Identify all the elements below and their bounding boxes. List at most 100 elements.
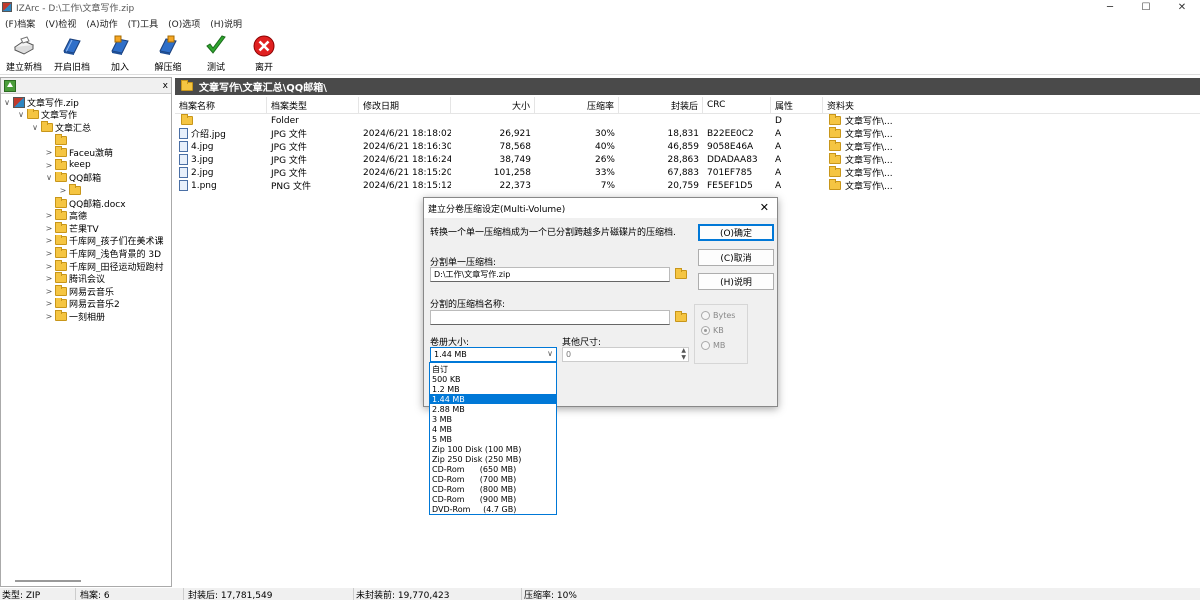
chevron-right-icon[interactable]: > <box>45 224 53 233</box>
cell-size-text: 38,749 <box>499 154 532 165</box>
menu-view[interactable]: (V)检视 <box>40 17 81 30</box>
exit-button[interactable]: 离开 <box>240 33 288 75</box>
column-packed[interactable]: 封装后 <box>619 97 703 113</box>
volume-option[interactable]: 1.44 MB <box>430 394 556 404</box>
ok-button[interactable]: (O)确定 <box>698 224 774 241</box>
cancel-button[interactable]: (C)取消 <box>698 249 774 266</box>
menu-help[interactable]: (H)说明 <box>205 17 247 30</box>
chevron-right-icon[interactable]: > <box>45 274 53 283</box>
tree-item[interactable]: > <box>1 184 171 197</box>
column-date[interactable]: 修改日期 <box>359 97 451 113</box>
chevron-right-icon[interactable]: > <box>45 299 53 308</box>
column-crc[interactable]: CRC <box>703 97 771 113</box>
chevron-right-icon[interactable]: > <box>45 262 53 271</box>
browse-output-button[interactable] <box>673 310 689 324</box>
volume-option[interactable]: Zip 100 Disk (100 MB) <box>430 444 556 454</box>
chevron-right-icon[interactable]: > <box>45 312 53 321</box>
menu-actions[interactable]: (A)动作 <box>81 17 122 30</box>
volume-option[interactable]: 自订 <box>430 364 556 374</box>
chevron-down-icon[interactable]: ∨ <box>31 123 39 132</box>
menu-file[interactable]: (F)档案 <box>0 17 40 30</box>
volume-size-select[interactable]: 1.44 MB ∨ <box>430 347 557 362</box>
tree-item[interactable]: > keep <box>1 158 171 172</box>
menu-tools[interactable]: (T)工具 <box>123 17 164 30</box>
volume-option[interactable]: CD-Rom (900 MB) <box>430 494 556 504</box>
chevron-right-icon[interactable]: > <box>59 186 67 195</box>
chevron-right-icon[interactable]: > <box>45 148 53 157</box>
table-row[interactable]: 3.jpg JPG 文件 2024/6/21 18:16:24 38,749 26% 28… <box>175 153 1200 166</box>
output-name-input[interactable] <box>430 310 670 325</box>
table-row[interactable]: 4.jpg JPG 文件 2024/6/21 18:16:30 78,568 40% 46… <box>175 140 1200 153</box>
tree-item[interactable]: > 高德 <box>1 209 171 222</box>
column-ratio[interactable]: 压缩率 <box>535 97 619 113</box>
help-button[interactable]: (H)说明 <box>698 273 774 290</box>
unit-radio-1[interactable]: KB <box>695 323 747 338</box>
stepper-arrows-icon[interactable]: ▲ ▼ <box>681 347 686 361</box>
volume-option[interactable]: CD-Rom (650 MB) <box>430 464 556 474</box>
column-name[interactable]: 档案名称 <box>175 97 267 113</box>
tree-item[interactable]: ∨ QQ邮箱 <box>1 171 171 184</box>
volume-option[interactable]: Zip 250 Disk (250 MB) <box>430 454 556 464</box>
close-tree-button[interactable]: x <box>163 81 168 91</box>
tree-item[interactable]: ∨ 文章汇总 <box>1 121 171 134</box>
add-button[interactable]: 加入 <box>96 33 144 75</box>
chevron-right-icon[interactable]: > <box>45 161 53 170</box>
column-folder[interactable]: 资料夹 <box>823 97 899 113</box>
table-row[interactable]: 介绍.jpg JPG 文件 2024/6/21 18:18:02 26,921 30% 1… <box>175 127 1200 140</box>
tree-item[interactable]: > 千库网_浅色背景的 3D <box>1 247 171 260</box>
unit-radio-0[interactable]: Bytes <box>695 308 747 323</box>
tree-item[interactable]: > 千库网_田径运动短跑村 <box>1 259 171 272</box>
tree-item[interactable]: QQ邮箱.docx <box>1 196 171 209</box>
volume-option[interactable]: 5 MB <box>430 434 556 444</box>
column-attr[interactable]: 属性 <box>771 97 823 113</box>
menu-options[interactable]: (O)选项 <box>163 17 205 30</box>
table-row[interactable]: 1.png PNG 文件 2024/6/21 18:15:12 22,373 7% 20,… <box>175 179 1200 192</box>
tree-item[interactable]: ∨ 文章写作.zip <box>1 96 171 109</box>
dialog-close-button[interactable]: ✕ <box>760 201 769 214</box>
volume-option[interactable]: 3 MB <box>430 414 556 424</box>
tree-item[interactable]: > 千库网_孩子们在美术课 <box>1 234 171 247</box>
chevron-right-icon[interactable]: > <box>45 287 53 296</box>
test-button[interactable]: 测试 <box>192 33 240 75</box>
tree-item[interactable]: > 网易云音乐 <box>1 284 171 298</box>
volume-option[interactable]: DVD-Rom (4.7 GB) <box>430 504 556 514</box>
column-type[interactable]: 档案类型 <box>267 97 359 113</box>
close-window-button[interactable]: ✕ <box>1164 0 1200 14</box>
volume-option[interactable]: 500 KB <box>430 374 556 384</box>
minimize-button[interactable]: ─ <box>1092 0 1128 14</box>
column-size[interactable]: 大小 <box>451 97 535 113</box>
tree-item[interactable]: > 腾讯会议 <box>1 272 171 285</box>
chevron-down-icon[interactable]: ∨ <box>3 98 11 107</box>
up-folder-icon[interactable] <box>4 79 16 92</box>
tree-item[interactable]: > 芒果TV <box>1 221 171 235</box>
cell-ratio-text: 40% <box>594 141 615 152</box>
volume-option[interactable]: 2.88 MB <box>430 404 556 414</box>
table-row[interactable]: 2.jpg JPG 文件 2024/6/21 18:15:20 101,258 33% 6… <box>175 166 1200 179</box>
tree-scrollbar[interactable] <box>15 580 81 582</box>
tree-item[interactable]: > Faceu激萌 <box>1 146 171 159</box>
chevron-right-icon[interactable]: > <box>45 236 53 245</box>
tree-item[interactable]: > 网易云音乐2 <box>1 297 171 310</box>
tree-item[interactable]: ∨ 文章写作 <box>1 108 171 121</box>
maximize-button[interactable]: ☐ <box>1128 0 1164 14</box>
chevron-down-icon[interactable]: ∨ <box>45 173 53 182</box>
extract-button[interactable]: 解压缩 <box>144 33 192 75</box>
other-size-stepper[interactable]: 0 ▲ ▼ <box>562 347 689 362</box>
browse-split-button[interactable] <box>673 267 689 281</box>
unit-radio-2[interactable]: MB <box>695 338 747 353</box>
tree-item[interactable] <box>1 133 171 147</box>
cell-attr: D <box>771 114 823 127</box>
tree-item[interactable]: > 一刻相册 <box>1 310 171 323</box>
open-archive-button[interactable]: 开启旧档 <box>48 33 96 75</box>
chevron-right-icon[interactable]: > <box>45 249 53 258</box>
volume-option[interactable]: CD-Rom (700 MB) <box>430 474 556 484</box>
table-row[interactable]: Folder D 文章写作\... <box>175 114 1200 127</box>
volume-option[interactable]: 1.2 MB <box>430 384 556 394</box>
chevron-right-icon[interactable]: > <box>45 211 53 220</box>
split-archive-input[interactable]: D:\工作\文章写作.zip <box>430 267 670 282</box>
tree-item-label: 文章写作.zip <box>27 98 79 109</box>
new-archive-button[interactable]: 建立新档 <box>0 33 48 75</box>
volume-option[interactable]: 4 MB <box>430 424 556 434</box>
volume-option[interactable]: CD-Rom (800 MB) <box>430 484 556 494</box>
chevron-down-icon[interactable]: ∨ <box>17 110 25 119</box>
